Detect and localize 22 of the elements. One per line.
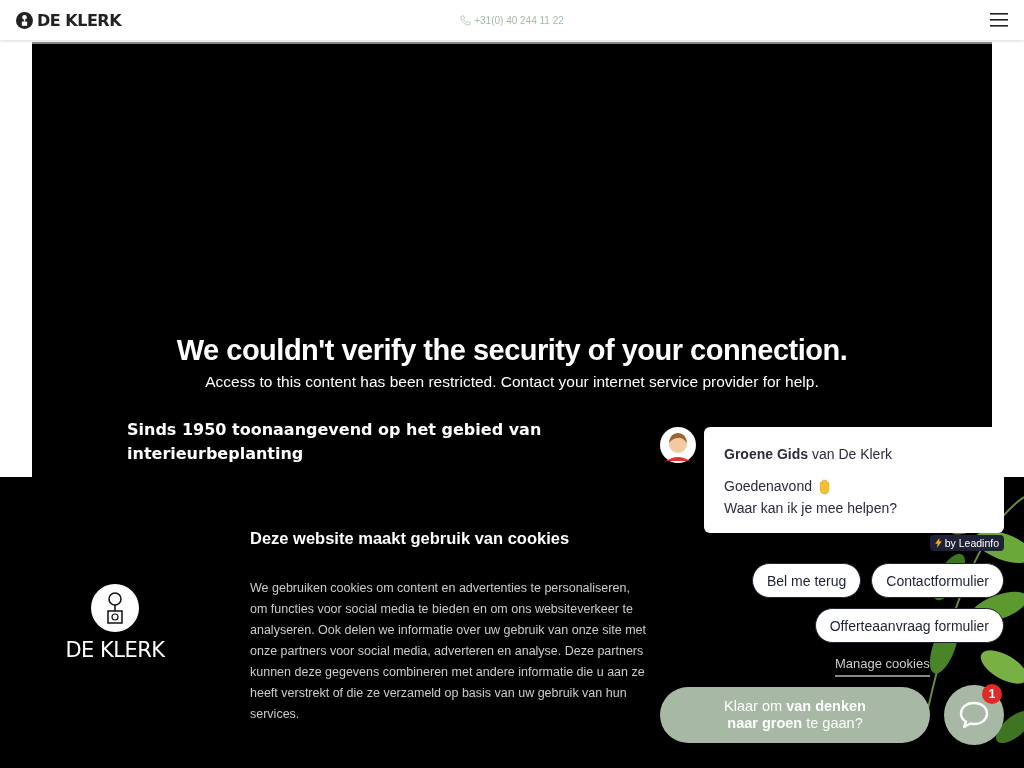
phone-icon xyxy=(460,14,472,26)
manage-cookies-link[interactable]: Manage cookies xyxy=(835,656,930,677)
cookie-title: Deze website maakt gebruik van cookies xyxy=(250,529,571,548)
error-title: We couldn't verify the security of your connection. xyxy=(176,334,848,367)
logo-icon xyxy=(91,584,139,632)
logo-icon[interactable] xyxy=(16,11,33,29)
hero-heading: Sinds 1950 toonaangevend op het gebied van interieurbeplanting xyxy=(127,419,543,465)
chat-icon xyxy=(958,700,990,730)
quick-reply-button[interactable]: Contactformulier xyxy=(871,563,1004,598)
menu-icon[interactable] xyxy=(990,13,1008,27)
error-message: Access to this content has been restricted. Contact your internet service provider for help. xyxy=(205,373,819,391)
quick-reply-button[interactable]: Offerteaanvraag formulier xyxy=(814,608,1004,643)
cookie-text: We gebruiken cookies om content en advertenties te personaliseren, om functies voor social media te bieden en om ons websiteverkeer te analyseren. Ook delen we informatie over uw gebruik van onze site met onze partners voor social media, adverteren en analyse. Deze partners kunnen deze gegevens combineren met andere informatie die u aan ze heeft verstrekt of die ze verzameld op basis van uw gebruik van hun services. xyxy=(250,580,648,723)
powered-by-badge: by Leadinfo xyxy=(929,535,1004,551)
greeting-text: Goedenavond xyxy=(724,477,812,496)
quick-reply-button[interactable]: Bel me terug xyxy=(751,563,862,598)
logo-text: DE KLERK xyxy=(65,638,165,662)
agent-name: Groene Gids van De Klerk xyxy=(724,445,894,464)
logo-text[interactable]: DE KLERK xyxy=(37,10,122,30)
unread-badge: 1 xyxy=(982,684,1002,704)
avatar-icon xyxy=(660,427,696,463)
chat-question: Waar kan ik je mee helpen? xyxy=(724,499,899,518)
